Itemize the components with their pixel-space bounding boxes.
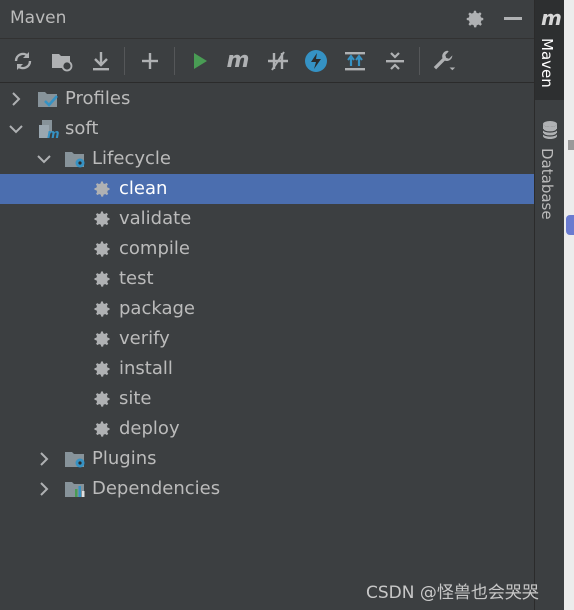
maven-toolbar: m — [0, 39, 534, 83]
goal-label: site — [119, 388, 152, 409]
profiles-folder-icon — [38, 92, 58, 107]
tree-node-plugins[interactable]: Plugins — [0, 444, 534, 474]
gear-icon — [94, 421, 110, 437]
toolbar-separator — [124, 47, 125, 75]
settings-wrench-icon[interactable] — [431, 48, 457, 74]
tree-node-label: Lifecycle — [92, 148, 171, 169]
goal-test[interactable]: test — [0, 264, 534, 294]
gear-icon — [94, 391, 110, 407]
goal-label: validate — [119, 208, 192, 229]
svg-text:m: m — [47, 127, 60, 139]
gear-icon — [94, 361, 110, 377]
maven-tool-tab[interactable]: m Maven — [535, 0, 565, 100]
add-icon[interactable] — [137, 48, 163, 74]
goal-deploy[interactable]: deploy — [0, 414, 534, 444]
goal-label: compile — [119, 238, 190, 259]
goal-install[interactable]: install — [0, 354, 534, 384]
gear-icon[interactable] — [464, 8, 486, 30]
chevron-right-icon[interactable] — [37, 482, 51, 496]
editor-edge-marker — [568, 140, 574, 150]
dependencies-folder-icon — [65, 482, 85, 497]
lifecycle-folder-icon — [65, 152, 85, 168]
goal-label: install — [119, 358, 173, 379]
chevron-down-icon[interactable] — [37, 152, 51, 166]
goal-clean[interactable]: clean — [0, 174, 534, 204]
goal-label: clean — [119, 178, 168, 199]
editor-edge-badge — [566, 215, 574, 235]
gear-icon — [94, 211, 110, 227]
watermark: CSDN @怪兽也会哭哭 — [366, 583, 539, 603]
goal-label: package — [119, 298, 195, 319]
plugins-folder-icon — [65, 452, 85, 468]
editor-edge — [564, 0, 574, 610]
toggle-offline-icon[interactable] — [265, 48, 291, 74]
toolbar-separator — [419, 47, 420, 75]
tool-window-header: Maven — [0, 0, 534, 39]
chevron-down-icon[interactable] — [9, 122, 23, 136]
import-folder-icon[interactable] — [49, 48, 75, 74]
right-tool-rail: m Maven Database — [534, 0, 565, 610]
gear-icon — [94, 241, 110, 257]
goal-validate[interactable]: validate — [0, 204, 534, 234]
goal-compile[interactable]: compile — [0, 234, 534, 264]
tree-node-profiles[interactable]: Profiles — [0, 84, 534, 114]
maven-project-tree: Profiles m soft Lifecycle clean validate… — [0, 84, 534, 610]
run-icon[interactable] — [187, 48, 213, 74]
tree-node-label: Profiles — [65, 88, 131, 109]
database-icon[interactable] — [542, 120, 558, 140]
goal-label: test — [119, 268, 154, 289]
toolbar-separator — [174, 47, 175, 75]
collapse-all-icon[interactable] — [382, 48, 408, 74]
maven-icon: m — [541, 6, 562, 30]
goal-package[interactable]: package — [0, 294, 534, 324]
show-dependencies-icon[interactable] — [342, 48, 368, 74]
tree-node-label: Dependencies — [92, 478, 221, 499]
tool-window-title: Maven — [10, 8, 67, 28]
tree-node-label: soft — [65, 118, 99, 139]
tree-node-dependencies[interactable]: Dependencies — [0, 474, 534, 504]
goal-site[interactable]: site — [0, 384, 534, 414]
goal-label: verify — [119, 328, 170, 349]
tree-node-label: Plugins — [92, 448, 157, 469]
minimize-icon[interactable] — [504, 17, 522, 20]
tree-node-lifecycle[interactable]: Lifecycle — [0, 144, 534, 174]
goal-label: deploy — [119, 418, 180, 439]
gear-icon — [94, 271, 110, 287]
database-tab-label[interactable]: Database — [538, 148, 556, 220]
reload-icon[interactable] — [10, 48, 36, 74]
maven-tab-label: Maven — [538, 38, 556, 88]
goal-verify[interactable]: verify — [0, 324, 534, 354]
gear-icon — [94, 181, 110, 197]
skip-tests-icon[interactable] — [303, 48, 329, 74]
maven-module-icon: m — [39, 120, 60, 139]
download-icon[interactable] — [88, 48, 114, 74]
gear-icon — [94, 331, 110, 347]
chevron-right-icon[interactable] — [9, 92, 23, 106]
chevron-right-icon[interactable] — [37, 452, 51, 466]
tree-node-project[interactable]: m soft — [0, 114, 534, 144]
maven-goal-icon[interactable]: m — [225, 48, 251, 74]
gear-icon — [94, 301, 110, 317]
